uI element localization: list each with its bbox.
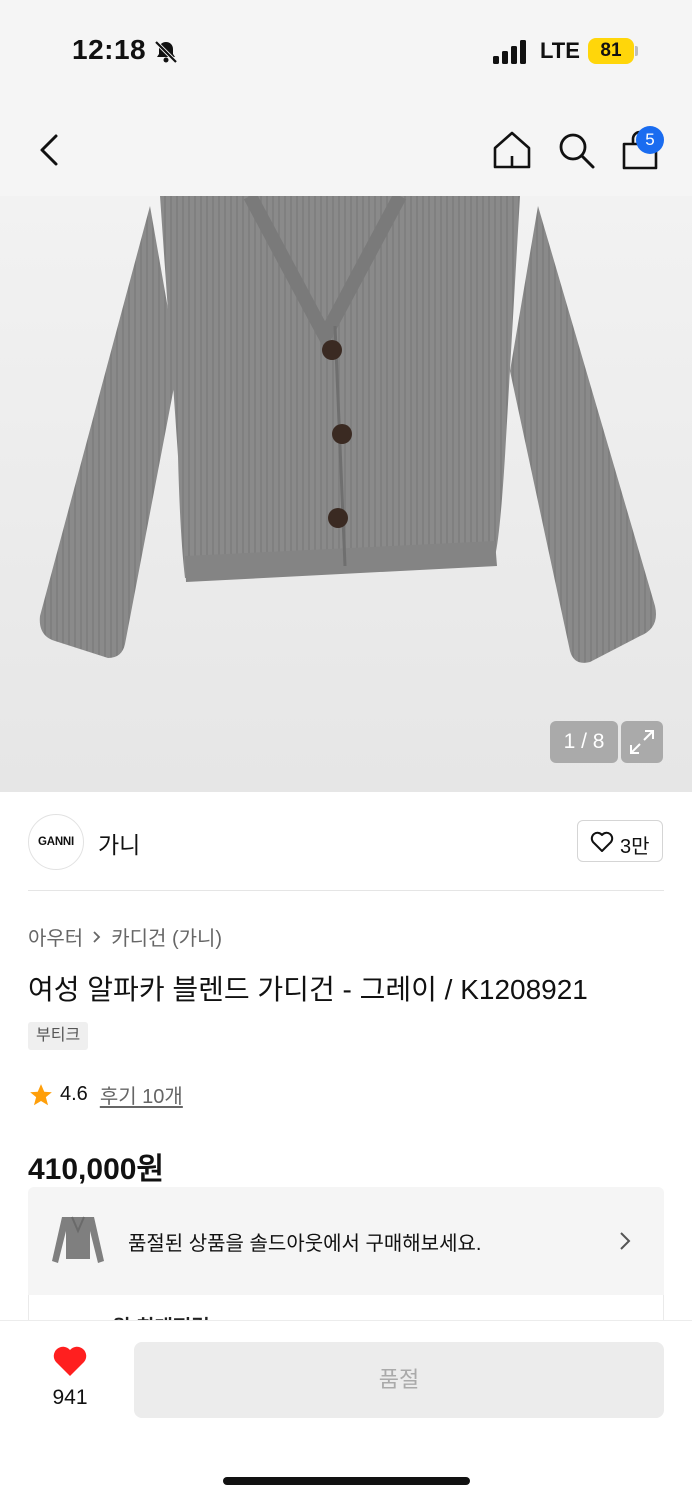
soldout-purchase-button[interactable]: 품절 [134,1342,664,1418]
status-bar: 12:18 LTE 81 [0,0,692,100]
rating-row: 4.6 후기 10개 [28,1080,183,1109]
top-nav-bar [0,100,692,196]
chevron-right-icon [93,930,101,943]
soldout-banner-text: 품절된 상품을 솔드아웃에서 구매해보세요. [128,1233,482,1255]
gallery-page-indicator: 1 / 8 [550,721,618,763]
breadcrumb-item-cardigan[interactable]: 카디건 (가니) [111,922,222,951]
cart-count-badge: 5 [636,126,664,154]
rating-value: 4.6 [60,1083,88,1105]
back-arrow-icon[interactable] [30,130,70,170]
home-icon[interactable] [490,128,534,172]
brand-logo[interactable]: GANNI [28,814,84,870]
battery-nub [635,46,638,56]
battery-icon: 81 [588,38,634,64]
search-icon[interactable] [554,128,598,172]
divider [28,890,664,891]
bell-off-icon [154,40,178,64]
breadcrumb: 아우터 카디건 (가니) [28,922,222,951]
expand-image-button[interactable] [621,721,663,763]
product-photo-cardigan [39,196,656,663]
product-title: 여성 알파카 블렌드 가디건 - 그레이 / K1208921 [28,974,588,1005]
network-type: LTE [540,38,580,63]
brand-like-count: 3만 [620,836,650,858]
boutique-tag: 부티크 [28,1022,89,1050]
soldout-banner[interactable]: 품절된 상품을 솔드아웃에서 구매해보세요. [28,1187,664,1295]
breadcrumb-item-outer[interactable]: 아우터 [28,922,83,951]
chevron-right-icon [620,1232,631,1250]
heart-outline-icon [590,831,614,852]
product-image-gallery[interactable] [0,196,692,792]
star-icon [30,1083,52,1105]
home-indicator [223,1477,470,1485]
heart-filled-icon[interactable] [52,1344,88,1378]
expand-icon [630,730,654,754]
wishlist-count: 941 [52,1386,88,1409]
brand-name[interactable]: 가니 [98,826,140,860]
status-time: 12:18 [72,34,147,65]
soldout-thumbnail [52,1216,104,1263]
review-link[interactable]: 후기 10개 [100,1080,183,1109]
cellular-signal-icon [493,40,526,64]
brand-like-button[interactable]: 3만 [577,820,663,862]
product-price: 410,000원 [28,1153,165,1186]
